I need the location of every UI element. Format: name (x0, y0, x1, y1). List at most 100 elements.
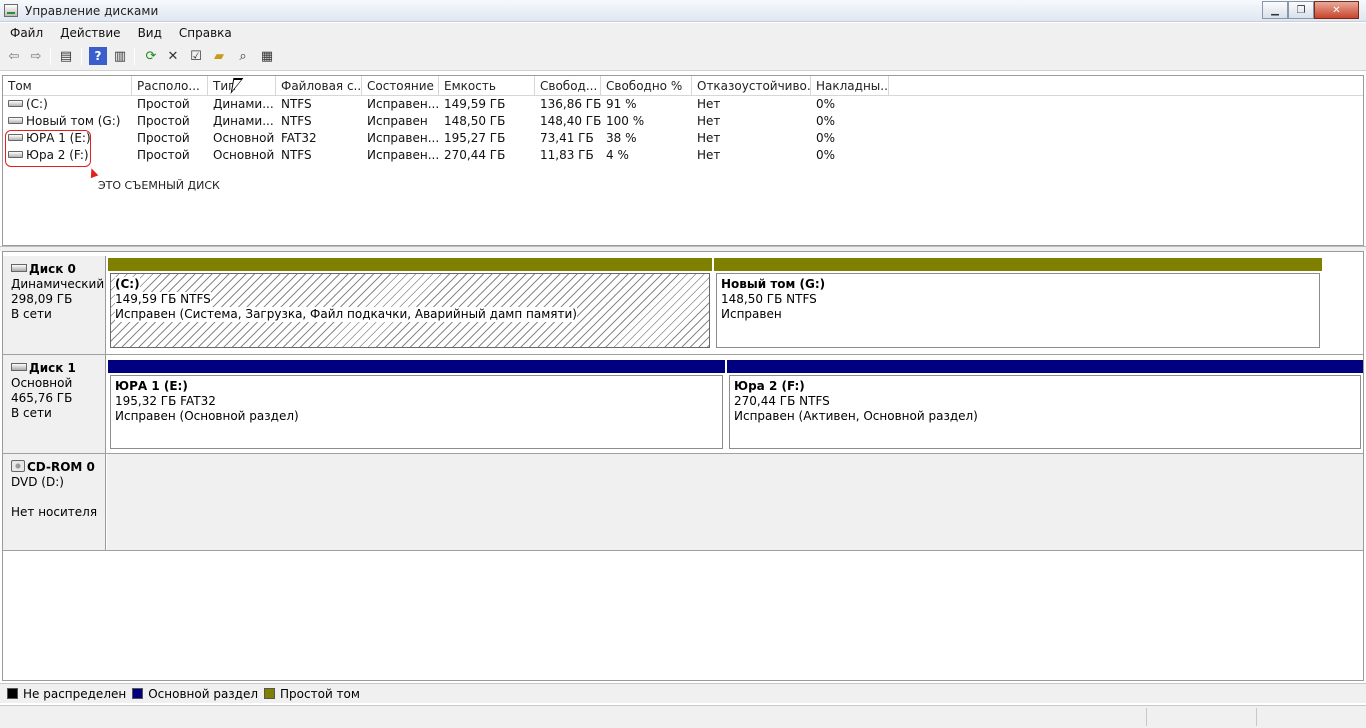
disk-row: CD-ROM 0 DVD (D:) Нет носителя (3, 454, 1363, 551)
export-icon[interactable]: ▦ (258, 47, 276, 65)
partition-status: Исправен (Система, Загрузка, Файл подкач… (115, 307, 709, 322)
disk-status: В сети (11, 307, 52, 321)
free-space-cell: 136,86 ГБ (540, 97, 601, 111)
disk-name: Диск 1 (11, 361, 105, 376)
partition-c[interactable]: (C:) 149,59 ГБ NTFS Исправен (Система, З… (108, 258, 712, 350)
col-header-overhead[interactable]: Накладны... (811, 76, 889, 96)
partition-size-text: 149,59 ГБ NTFS (115, 292, 211, 307)
filesystem-cell: FAT32 (281, 131, 317, 145)
partition-title: (C:) (115, 277, 709, 292)
fault-tolerance-cell: Нет (697, 131, 721, 145)
menu-view[interactable]: Вид (128, 26, 169, 40)
layout-cell: Простой (137, 97, 190, 111)
fault-tolerance-cell: Нет (697, 148, 721, 162)
legend-item-primary: Основной раздел (132, 687, 258, 701)
help-icon[interactable]: ? (89, 47, 107, 65)
menu-action[interactable]: Действие (50, 26, 127, 40)
refresh-icon[interactable]: ⟳ (142, 47, 160, 65)
col-header-filesystem[interactable]: Файловая с... (276, 76, 362, 96)
menu-file[interactable]: Файл (0, 26, 50, 40)
col-header-capacity[interactable]: Емкость (439, 76, 535, 96)
toolbar: ⇦ ⇨ ▤ ? ▥ ⟳ ✕ ☑ ▰ ⌕ ▦ (0, 43, 1366, 71)
volume-name-cell: Новый том (G:) (3, 113, 132, 130)
table-row[interactable]: Новый том (G:) Простой Динами... NTFS Ис… (3, 113, 1363, 130)
drive-icon (8, 117, 23, 124)
col-header-free-percent[interactable]: Свободно % (601, 76, 692, 96)
search-icon[interactable]: ⌕ (234, 47, 252, 65)
partition-title: Юра 2 (F:) (734, 379, 805, 393)
properties-icon[interactable]: ☑ (187, 47, 205, 65)
disk-name-text: CD-ROM 0 (27, 460, 95, 474)
legend-swatch (7, 688, 18, 699)
volume-name: (C:) (26, 97, 48, 111)
legend-label: Основной раздел (148, 686, 259, 701)
disk-status: В сети (11, 406, 52, 420)
toolbar-separator (134, 48, 135, 65)
overhead-cell: 0% (816, 114, 836, 128)
back-icon[interactable]: ⇦ (5, 47, 23, 65)
partition-status: Исправен (Основной раздел) (115, 409, 299, 423)
simple-volume-bar (714, 258, 1322, 271)
capacity-cell: 149,59 ГБ (444, 97, 506, 111)
annotation-arrow-icon (87, 166, 99, 179)
disk-graphical-view: Диск 0 Динамический 298,09 ГБ В сети (C:… (2, 251, 1364, 681)
partition-title: Новый том (G:) (721, 277, 826, 291)
layout-cell: Простой (137, 114, 190, 128)
disk-info[interactable]: Диск 0 Динамический 298,09 ГБ В сети (3, 256, 106, 354)
close-button[interactable]: ✕ (1314, 1, 1359, 19)
open-icon[interactable]: ▰ (210, 47, 228, 65)
partition-body: Новый том (G:) 148,50 ГБ NTFS Исправен (716, 273, 1320, 348)
minimize-button[interactable]: ▁ (1262, 1, 1288, 19)
partition-size: 148,50 ГБ NTFS (721, 292, 817, 306)
status-cell: Исправен... (367, 97, 439, 111)
partition-title: ЮРА 1 (E:) (115, 379, 188, 393)
disk-size: 465,76 ГБ (11, 391, 73, 405)
maximize-button[interactable]: ❐ (1288, 1, 1314, 19)
free-percent-cell: 91 % (606, 97, 637, 111)
type-cell: Основной (213, 148, 275, 162)
partition-g[interactable]: Новый том (G:) 148,50 ГБ NTFS Исправен (714, 258, 1322, 350)
table-row[interactable]: ЮРА 1 (E:) Простой Основной FAT32 Исправ… (3, 130, 1363, 147)
legend-swatch (132, 688, 144, 699)
fault-tolerance-cell: Нет (697, 97, 721, 111)
disk-management-app-icon (4, 4, 18, 17)
disk-row: Диск 1 Основной 465,76 ГБ В сети ЮРА 1 (… (3, 355, 1363, 454)
cd-rom-empty-area (107, 454, 1363, 550)
partition-status: Исправен (721, 307, 782, 321)
col-header-status[interactable]: Состояние (362, 76, 439, 96)
volume-name: Новый том (G:) (26, 114, 121, 128)
filesystem-cell: NTFS (281, 97, 312, 111)
legend-item-unallocated: Не распределен (7, 687, 126, 701)
type-cell: Основной (213, 131, 275, 145)
layout-cell: Простой (137, 148, 190, 162)
partition-size: 195,32 ГБ FAT32 (115, 394, 216, 408)
col-header-layout[interactable]: Располо... (132, 76, 208, 96)
partition-e[interactable]: ЮРА 1 (E:) 195,32 ГБ FAT32 Исправен (Осн… (108, 360, 725, 451)
disk-row: Диск 0 Динамический 298,09 ГБ В сети (C:… (3, 256, 1363, 355)
disk-info[interactable]: CD-ROM 0 DVD (D:) Нет носителя (3, 454, 106, 550)
partition-status: Исправен (Активен, Основной раздел) (734, 409, 978, 423)
disk-type: DVD (D:) (11, 475, 64, 489)
menu-help[interactable]: Справка (169, 26, 239, 40)
col-header-volume[interactable]: Том (3, 76, 132, 96)
free-percent-cell: 38 % (606, 131, 637, 145)
forward-icon[interactable]: ⇨ (27, 47, 45, 65)
fault-tolerance-cell: Нет (697, 114, 721, 128)
partition-title-text: (C:) (115, 277, 140, 292)
col-header-fault-tolerance[interactable]: Отказоустойчиво... (692, 76, 811, 96)
properties-view-icon[interactable]: ▥ (111, 47, 129, 65)
layout-cell: Простой (137, 131, 190, 145)
partition-body: ЮРА 1 (E:) 195,32 ГБ FAT32 Исправен (Осн… (110, 375, 723, 449)
disk-name-text: Диск 0 (29, 262, 76, 276)
disk-info[interactable]: Диск 1 Основной 465,76 ГБ В сети (3, 355, 106, 453)
partition-f[interactable]: Юра 2 (F:) 270,44 ГБ NTFS Исправен (Акти… (727, 360, 1363, 451)
table-row[interactable]: Юра 2 (F:) Простой Основной NTFS Исправе… (3, 147, 1363, 164)
window-controls: ▁ ❐ ✕ (1262, 1, 1359, 19)
show-hide-console-tree-icon[interactable]: ▤ (57, 47, 75, 65)
col-header-free-space[interactable]: Свобод... (535, 76, 601, 96)
partition-status-text: Исправен (Система, Загрузка, Файл подкач… (115, 307, 577, 322)
disk-name: CD-ROM 0 (11, 459, 105, 475)
window-title: Управление дисками (25, 4, 159, 18)
table-row[interactable]: (C:) Простой Динами... NTFS Исправен... … (3, 96, 1363, 113)
delete-icon[interactable]: ✕ (164, 47, 182, 65)
